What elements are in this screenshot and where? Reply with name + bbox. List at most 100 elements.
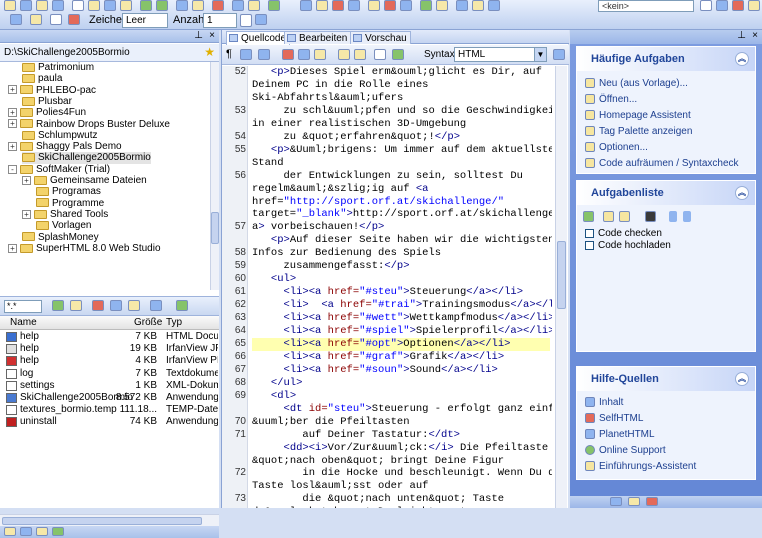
help-icon[interactable]: [472, 0, 484, 11]
link-icon[interactable]: [332, 0, 344, 11]
expand-icon[interactable]: +: [8, 243, 17, 253]
browser-icon[interactable]: [248, 0, 260, 11]
collapse-icon[interactable]: ︽: [735, 186, 749, 200]
collapse-icon[interactable]: ︽: [735, 372, 749, 386]
chevron-down-icon[interactable]: ▼: [534, 48, 546, 61]
properties-icon[interactable]: [128, 300, 140, 311]
spell-icon[interactable]: [420, 0, 432, 11]
colorize-icon[interactable]: [282, 49, 294, 60]
file-row[interactable]: SkiChallenge2005Bormio 8.572 KB Anwendung: [0, 392, 219, 404]
code-line[interactable]: zu schl&uuml;pfen und so die Geschwindig…: [252, 105, 553, 118]
expand-icon[interactable]: +: [8, 108, 17, 118]
tile-icon[interactable]: [716, 0, 728, 11]
code-line[interactable]: zu &quot;erfahren&quot;!</p>: [252, 131, 550, 144]
link-homepage-assistant[interactable]: Homepage Assistent: [585, 110, 691, 121]
code-line[interactable]: <dd><i>Vor/Zur&uuml;ck:</i> Die Pfeiltas…: [252, 442, 550, 455]
code-line[interactable]: <p>Auf dieser Seite haben wir die wichti…: [252, 234, 552, 247]
linenum-icon[interactable]: [258, 49, 270, 60]
open-icon[interactable]: [20, 0, 32, 11]
code-line[interactable]: </ul>: [252, 377, 550, 390]
delete-icon[interactable]: [92, 300, 104, 311]
code-line[interactable]: Taste losl&auml;sst oder auf: [252, 480, 550, 493]
refresh-icon[interactable]: [52, 300, 64, 311]
tab-vorschau[interactable]: Vorschau: [350, 31, 411, 44]
delete-task-icon[interactable]: [619, 211, 630, 222]
pane-close-icon[interactable]: ×: [752, 30, 758, 41]
hscroll-thumb[interactable]: [2, 517, 202, 525]
files-tab-icon[interactable]: [4, 527, 16, 536]
add-task-icon[interactable]: [583, 211, 594, 222]
favorites-star-icon[interactable]: ★: [204, 45, 215, 59]
code-line[interactable]: a> vorbeischauen!</p>: [252, 221, 550, 234]
link-contents[interactable]: Inhalt: [585, 397, 623, 408]
project-tab-icon[interactable]: [20, 527, 32, 536]
pin-icon[interactable]: ⊥: [194, 30, 203, 41]
editor-scrollbar[interactable]: [555, 66, 567, 508]
settings-icon[interactable]: [748, 0, 760, 11]
code-line[interactable]: Infos zur Bedienung des Spiels: [252, 247, 550, 260]
expand-icon[interactable]: +: [8, 119, 17, 129]
code-line[interactable]: <li><a href="#wett">Wettkampfmodus</a></…: [252, 312, 552, 325]
wrap-icon[interactable]: [240, 49, 252, 60]
color-icon[interactable]: [384, 0, 396, 11]
form-icon[interactable]: [348, 0, 360, 11]
code-line[interactable]: &uuml;ber die Pfeiltasten: [252, 416, 550, 429]
upload-icon[interactable]: [268, 0, 280, 11]
tree-item[interactable]: Plusbar: [22, 96, 72, 108]
insert-code-icon[interactable]: [392, 49, 404, 60]
bookmark-icon[interactable]: [314, 49, 326, 60]
tree-item[interactable]: + SuperHTML 8.0 Web Studio: [8, 243, 161, 255]
validate-icon[interactable]: [436, 0, 448, 11]
common-tasks-header[interactable]: Häufige Aufgaben ︽: [577, 47, 755, 71]
file-row[interactable]: settings 1 KB XML-Dokument: [0, 380, 219, 392]
comment-icon[interactable]: [50, 14, 62, 25]
code-line[interactable]: &quot;nach oben&quot; bringt Deine Figur: [252, 455, 550, 468]
task-list-header[interactable]: Aufgabenliste ︽: [577, 181, 755, 205]
clip-tab-icon[interactable]: [52, 527, 64, 536]
new-file-icon[interactable]: [4, 0, 16, 11]
link-code-cleanup[interactable]: Code aufräumen / Syntaxcheck: [585, 158, 739, 169]
collapse-icon[interactable]: -: [8, 164, 17, 174]
file-row[interactable]: help 19 KB IrfanView JPG I: [0, 343, 219, 355]
ftp-icon[interactable]: [456, 0, 468, 11]
tree-item[interactable]: + Rainbow Drops Buster Deluxe: [8, 119, 170, 131]
tree-item[interactable]: + Gemeinsame Dateien: [22, 175, 147, 187]
code-line[interactable]: in einer realistischen 3D-Umgebung: [252, 118, 550, 131]
filter-icon[interactable]: [176, 300, 188, 311]
filter-input[interactable]: *.*: [4, 300, 42, 313]
code-line[interactable]: <p>Dieses Spiel erm&ouml;glicht es Dir, …: [252, 66, 550, 79]
checkbox[interactable]: [585, 228, 594, 238]
code-line[interactable]: die &quot;nach unten&quot; Taste: [252, 493, 550, 506]
move-down-icon[interactable]: [683, 211, 691, 222]
file-row[interactable]: textures_bormio.temp 111.18... TEMP-Datei: [0, 404, 219, 416]
code-line[interactable]: <li><a href="#opt">Optionen</a></li>: [252, 337, 550, 351]
tab-quellcode[interactable]: Quellcode: [226, 31, 291, 45]
tree-item[interactable]: + Shaggy Pals Demo: [8, 141, 122, 153]
col-type[interactable]: Typ: [166, 317, 182, 328]
paste-icon[interactable]: [120, 0, 132, 11]
preview-icon[interactable]: [232, 0, 244, 11]
new-folder-icon[interactable]: [70, 300, 82, 311]
code-line[interactable]: Stand: [252, 157, 550, 170]
link-open[interactable]: Öffnen...: [585, 94, 637, 105]
file-row[interactable]: help 4 KB IrfanView PNG: [0, 355, 219, 367]
code-line[interactable]: Deinem PC in die Rolle eines: [252, 79, 550, 92]
syntax-settings-icon[interactable]: [553, 49, 565, 60]
help-sources-header[interactable]: Hilfe-Quellen ︽: [577, 367, 755, 391]
copy-icon[interactable]: [104, 0, 116, 11]
special-char-icon[interactable]: [68, 14, 80, 25]
tree-item[interactable]: SplashMoney: [22, 232, 99, 244]
code-line[interactable]: href="http://sport.orf.at/skichallenge/": [252, 196, 550, 209]
code-line[interactable]: <dl>: [252, 390, 550, 403]
tree-item[interactable]: + Polies4Fun: [8, 107, 86, 119]
code-line[interactable]: target="_blank">http://sport.orf.at/skic…: [252, 208, 552, 221]
tree-item[interactable]: SkiChallenge2005Bormio: [22, 152, 151, 165]
image-icon[interactable]: [316, 0, 328, 11]
link-new-from-template[interactable]: Neu (aus Vorlage)...: [585, 78, 688, 89]
cut-icon[interactable]: [88, 0, 100, 11]
code-line[interactable]: zusammengefasst:</p>: [252, 260, 550, 273]
replace-icon[interactable]: [192, 0, 204, 11]
frame-icon[interactable]: [368, 0, 380, 11]
link-online-support[interactable]: Online Support: [585, 445, 666, 456]
paragraph-icon[interactable]: ¶: [226, 48, 232, 60]
